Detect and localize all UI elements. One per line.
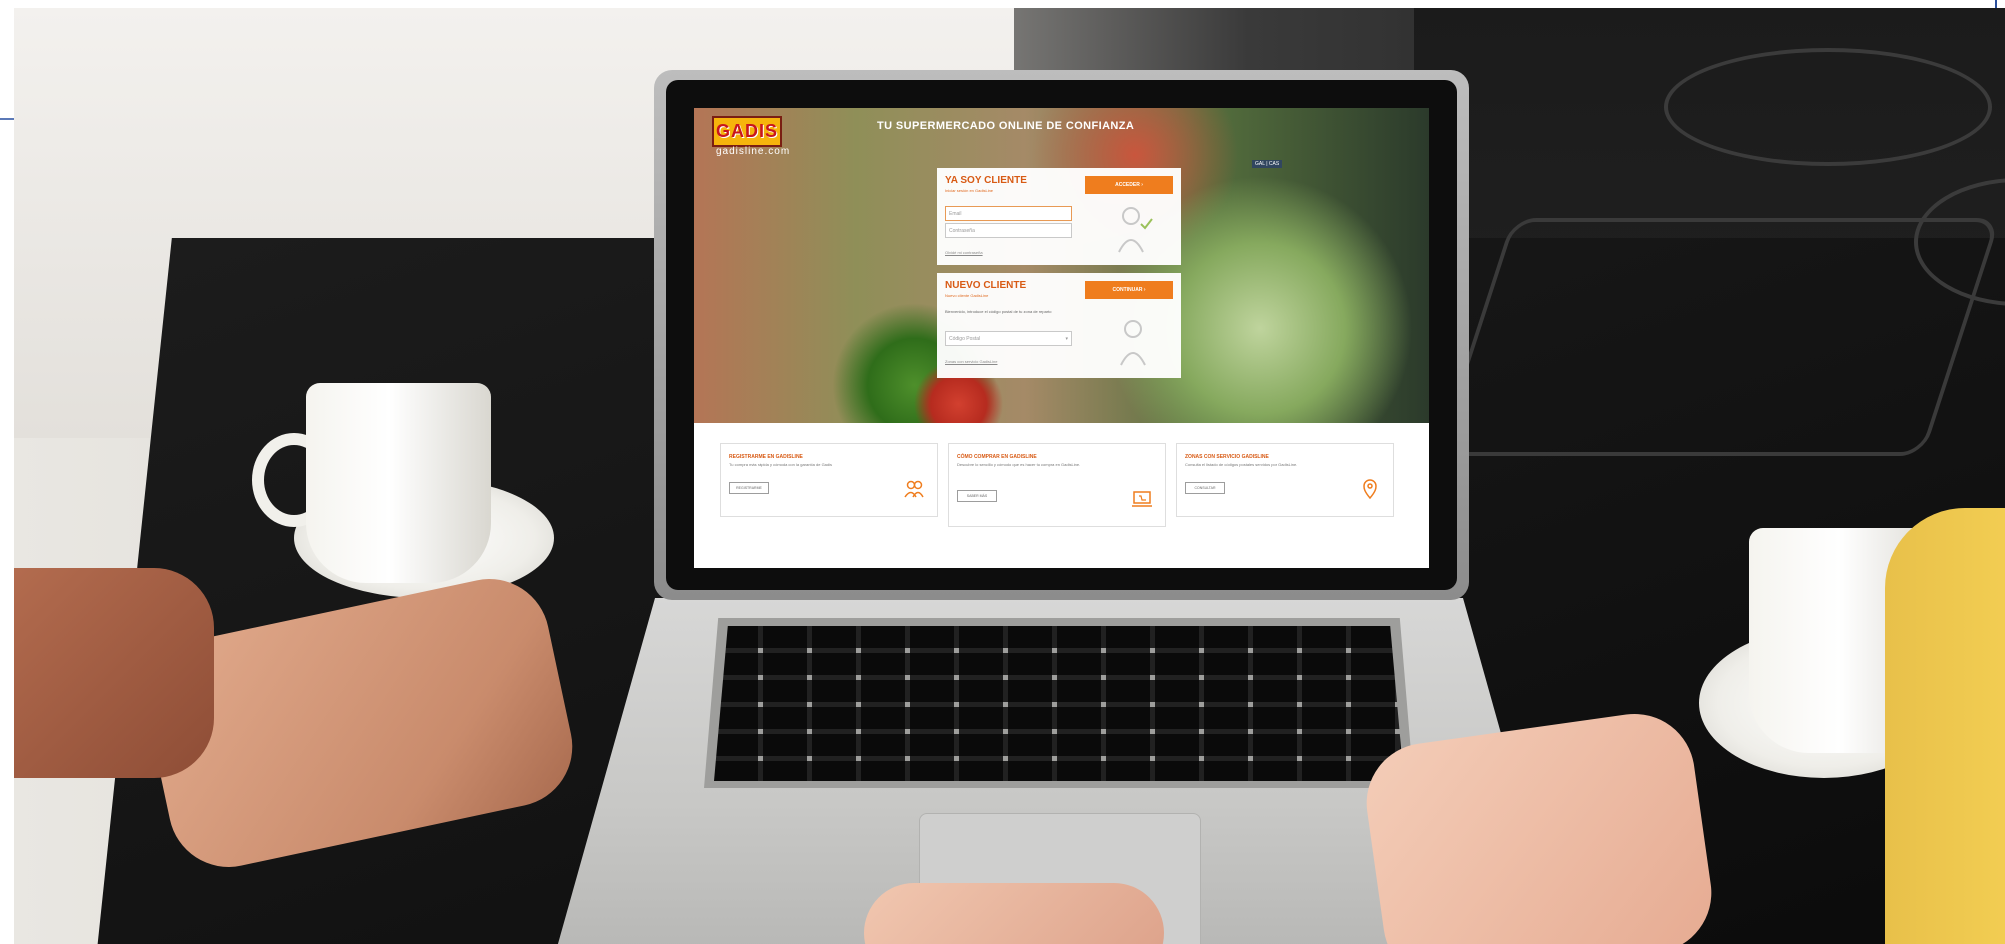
card-description: Descubre lo sencillo y cómodo que es hac… xyxy=(957,462,1081,467)
gadis-logo[interactable]: GADIS xyxy=(712,116,782,147)
password-field[interactable]: Contraseña xyxy=(945,223,1072,238)
site-tagline: TU SUPERMERCADO ONLINE DE CONFIANZA xyxy=(877,120,1135,132)
language-switch[interactable]: GAL | CAS xyxy=(1252,160,1283,168)
signup-panel: NUEVO CLIENTE Nuevo cliente GadisLine CO… xyxy=(937,273,1181,378)
login-subtitle: Iniciar sesión en GadisLine xyxy=(945,188,994,193)
cooktop-plate xyxy=(1435,218,2001,456)
yellow-sleeve xyxy=(1885,508,2005,944)
signup-description: Bienvenido, introduce el código postal d… xyxy=(945,309,1052,314)
signup-subtitle: Nuevo cliente GadisLine xyxy=(945,293,989,298)
coffee-cup-left xyxy=(306,383,491,583)
card-title: CÓMO COMPRAR EN GADISLINE xyxy=(957,454,1037,460)
feature-cards: REGISTRARME EN GADISLINE Tu compra más r… xyxy=(694,423,1429,568)
user-check-icon xyxy=(1118,207,1153,253)
users-icon xyxy=(904,480,924,498)
login-title: YA SOY CLIENTE xyxy=(945,175,1027,186)
email-field[interactable]: Email xyxy=(945,206,1072,221)
page-frame-accent xyxy=(0,118,14,120)
hero-image: GADIS gadisline.com TU SUPERMERCADO ONLI… xyxy=(694,108,1429,423)
card-register[interactable]: REGISTRARME EN GADISLINE Tu compra más r… xyxy=(720,443,938,517)
logo-text: GADIS xyxy=(715,121,778,141)
continue-button-label: CONTINUAR xyxy=(1112,287,1143,293)
chevron-right-icon: › xyxy=(1139,182,1143,188)
login-button-label: ACCEDER xyxy=(1115,182,1140,188)
register-button[interactable]: REGISTRARME xyxy=(729,482,769,494)
left-forearm xyxy=(14,568,214,778)
service-zones-link[interactable]: Zonas con servicio GadisLine xyxy=(945,359,997,364)
keyboard-keys xyxy=(714,626,1404,781)
cooktop-ring xyxy=(1664,48,1992,166)
location-pin-icon xyxy=(1363,479,1377,500)
login-panel: YA SOY CLIENTE Iniciar sesión en GadisLi… xyxy=(937,168,1181,265)
postal-code-placeholder: Código Postal xyxy=(949,335,981,342)
card-how-to-buy[interactable]: CÓMO COMPRAR EN GADISLINE Descubre lo se… xyxy=(948,443,1166,527)
card-service-zones[interactable]: ZONAS CON SERVICIO GADISLINE Consulta el… xyxy=(1176,443,1394,517)
login-button[interactable]: ACCEDER › xyxy=(1085,176,1173,194)
signup-title: NUEVO CLIENTE xyxy=(945,280,1027,291)
chevron-right-icon: › xyxy=(1142,287,1146,293)
card-description: Consulta el listado de códigos postales … xyxy=(1185,462,1298,467)
consult-button[interactable]: CONSULTAR xyxy=(1185,482,1225,494)
postal-code-field[interactable]: Código Postal ▾ xyxy=(945,331,1072,346)
chevron-down-icon: ▾ xyxy=(1065,335,1068,342)
continue-button[interactable]: CONTINUAR › xyxy=(1085,281,1173,299)
site-domain: gadisline.com xyxy=(716,146,791,157)
center-fingers xyxy=(864,883,1164,944)
card-description: Tu compra más rápida y cómoda con la gar… xyxy=(729,462,833,467)
laptop-cart-icon xyxy=(1132,491,1152,507)
card-title: REGISTRARME EN GADISLINE xyxy=(729,454,803,460)
kitchen-photo: GADIS gadisline.com TU SUPERMERCADO ONLI… xyxy=(14,8,2005,944)
card-title: ZONAS CON SERVICIO GADISLINE xyxy=(1185,454,1269,460)
forgot-password-link[interactable]: Olvidé mi contraseña xyxy=(945,250,983,255)
laptop-screen: GADIS gadisline.com TU SUPERMERCADO ONLI… xyxy=(694,108,1429,568)
learn-more-button[interactable]: SABER MÁS xyxy=(957,490,997,502)
user-outline-icon xyxy=(1120,320,1146,366)
